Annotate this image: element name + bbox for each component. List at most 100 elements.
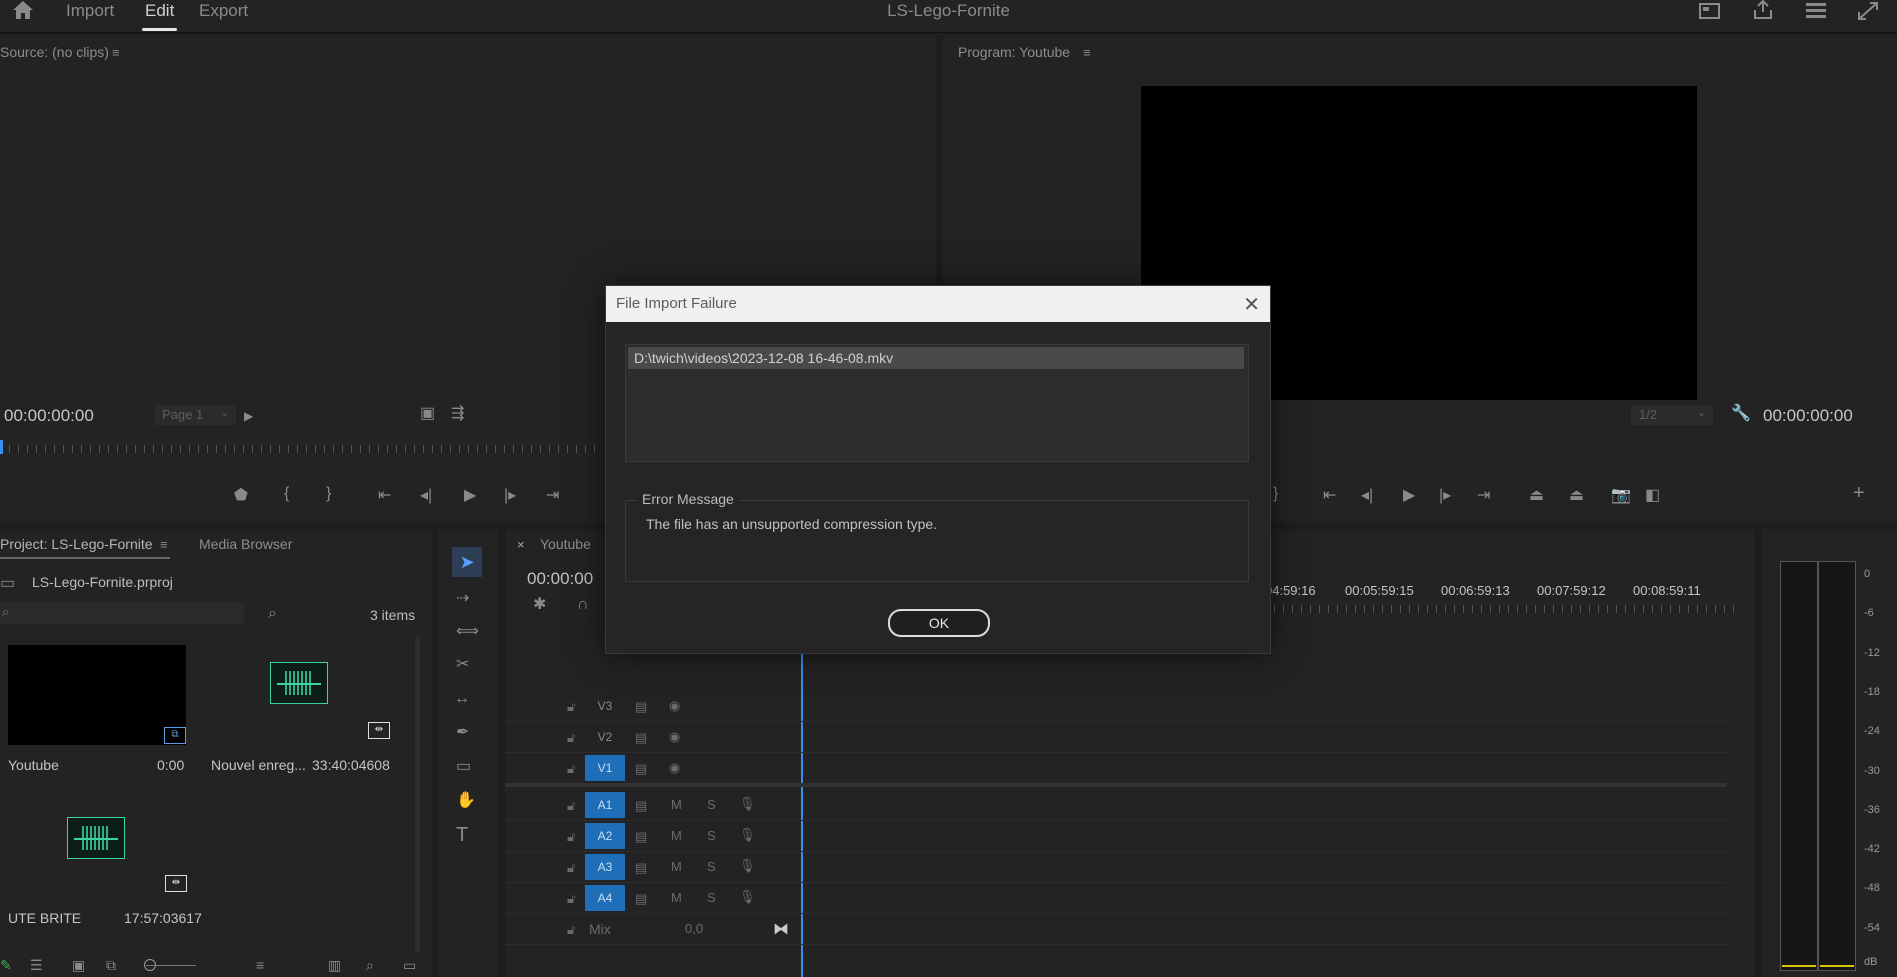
failed-files-list[interactable]: D:\twich\videos\2023-12-08 16-46-08.mkv: [625, 344, 1249, 462]
sync-lock-icon[interactable]: ▤: [635, 730, 647, 746]
ok-button[interactable]: OK: [888, 609, 990, 637]
panel-menu-icon[interactable]: ≡: [112, 45, 120, 61]
step-back-icon[interactable]: ◂|: [420, 485, 432, 505]
camera-icon[interactable]: 📷: [1611, 485, 1631, 505]
share-icon[interactable]: [1752, 0, 1774, 24]
snap-icon[interactable]: ✱: [533, 597, 546, 613]
automate-icon[interactable]: ▥: [328, 957, 341, 974]
timeline-tab[interactable]: Youtube: [540, 536, 591, 552]
sync-lock-icon[interactable]: ▤: [635, 891, 647, 907]
track-select-icon[interactable]: ⇢: [456, 591, 469, 607]
track-target[interactable]: V1: [585, 755, 625, 781]
eye-icon[interactable]: ◉: [669, 729, 680, 745]
quick-export-icon[interactable]: [1699, 2, 1721, 24]
selection-tool-icon[interactable]: ➤: [452, 547, 482, 577]
add-button-icon[interactable]: +: [1853, 482, 1865, 505]
solo-button[interactable]: S: [707, 859, 716, 874]
add-marker-icon[interactable]: ⬟: [234, 485, 248, 505]
track-target[interactable]: A4: [585, 885, 625, 911]
source-time-ruler[interactable]: [0, 445, 600, 453]
lock-icon[interactable]: 🔓︎: [567, 922, 575, 938]
ripple-edit-icon[interactable]: ⟺: [456, 624, 479, 640]
mute-button[interactable]: M: [671, 828, 682, 843]
sync-lock-icon[interactable]: ▤: [635, 761, 647, 777]
mute-button[interactable]: M: [671, 797, 682, 812]
mix-value[interactable]: 0,0: [685, 921, 703, 936]
timeline-timecode[interactable]: 00:00:00: [527, 569, 593, 589]
mark-out-icon[interactable]: }: [1273, 485, 1278, 503]
icon-view-icon[interactable]: ▣: [72, 957, 85, 974]
sync-lock-icon[interactable]: ▤: [635, 798, 647, 814]
step-forward-icon[interactable]: |▸: [1439, 485, 1451, 505]
mute-button[interactable]: M: [671, 859, 682, 874]
dialog-title-bar[interactable]: File Import Failure ✕: [606, 286, 1270, 322]
pen-icon[interactable]: ✒: [456, 725, 469, 741]
hand-icon[interactable]: ✋: [456, 793, 476, 809]
new-bin-icon[interactable]: ▭: [403, 957, 416, 974]
go-to-in-icon[interactable]: ⇤: [378, 485, 391, 505]
program-panel-title[interactable]: Program: Youtube: [958, 44, 1070, 60]
lock-icon[interactable]: 🔓︎: [567, 891, 575, 907]
pencil-icon[interactable]: ✎: [0, 957, 12, 974]
lock-icon[interactable]: 🔓︎: [567, 761, 575, 777]
play-forward-small-icon[interactable]: ▶: [244, 408, 253, 424]
project-search-input[interactable]: ⌕: [0, 602, 244, 624]
go-to-out-icon[interactable]: ⇥: [546, 485, 559, 505]
eye-icon[interactable]: ◉: [669, 698, 680, 714]
item-name[interactable]: Nouvel enreg...: [211, 757, 306, 773]
microphone-icon[interactable]: 🎙︎: [739, 889, 756, 905]
list-view-icon[interactable]: ☰: [30, 957, 43, 974]
track-target[interactable]: A2: [585, 823, 625, 849]
panel-menu-icon[interactable]: ≡: [1083, 45, 1091, 61]
sequence-thumbnail[interactable]: [8, 645, 186, 745]
lock-icon[interactable]: 🔓︎: [567, 829, 575, 845]
sort-icon[interactable]: ≡: [256, 957, 264, 973]
extract-icon[interactable]: ⏏: [1569, 485, 1584, 505]
slip-icon[interactable]: ↔: [454, 691, 470, 707]
step-back-icon[interactable]: ◂|: [1361, 485, 1373, 505]
track-target[interactable]: V2: [585, 724, 625, 750]
go-to-edge-icon[interactable]: ⧓: [773, 919, 789, 939]
compare-icon[interactable]: ◧: [1645, 485, 1660, 505]
program-timecode[interactable]: 00:00:00:00: [1763, 406, 1853, 426]
close-icon[interactable]: ✕: [1243, 292, 1260, 317]
lock-icon[interactable]: 🔓︎: [567, 730, 575, 746]
go-to-in-icon[interactable]: ⇤: [1323, 485, 1336, 505]
item-name[interactable]: Youtube: [8, 757, 59, 773]
solo-button[interactable]: S: [707, 890, 716, 905]
solo-button[interactable]: S: [707, 828, 716, 843]
sync-lock-icon[interactable]: ▤: [635, 699, 647, 715]
playhead-marker[interactable]: [0, 440, 3, 454]
track-target[interactable]: A3: [585, 854, 625, 880]
source-timecode[interactable]: 00:00:00:00: [4, 406, 94, 426]
track-target[interactable]: A1: [585, 792, 625, 818]
settings-square-icon[interactable]: ▣: [420, 406, 435, 422]
lock-icon[interactable]: 🔓︎: [567, 699, 575, 715]
type-tool-icon[interactable]: T: [456, 825, 468, 845]
workspace-menu-icon[interactable]: [1805, 1, 1827, 23]
eye-icon[interactable]: ◉: [669, 760, 680, 776]
wrench-icon[interactable]: 🔧: [1731, 406, 1751, 422]
insert-icon[interactable]: ⇶: [451, 406, 464, 422]
microphone-icon[interactable]: 🎙︎: [739, 827, 756, 843]
freeform-view-icon[interactable]: ⧉: [106, 957, 116, 974]
project-tab[interactable]: Project: LS-Lego-Fornite: [0, 536, 153, 552]
list-item[interactable]: D:\twich\videos\2023-12-08 16-46-08.mkv: [628, 347, 1244, 369]
play-icon[interactable]: ▶: [1403, 485, 1415, 505]
fullscreen-icon[interactable]: [1857, 1, 1879, 25]
audio-waveform-thumbnail[interactable]: [270, 662, 328, 704]
play-icon[interactable]: ▶: [464, 485, 476, 505]
media-browser-tab[interactable]: Media Browser: [199, 536, 292, 552]
sync-lock-icon[interactable]: ▤: [635, 860, 647, 876]
close-icon[interactable]: ×: [517, 537, 525, 552]
magnet-icon[interactable]: ∩: [577, 597, 589, 613]
sync-lock-icon[interactable]: ▤: [635, 829, 647, 845]
razor-icon[interactable]: ✂: [456, 657, 469, 673]
project-scrollbar[interactable]: [415, 637, 420, 957]
track-target[interactable]: V3: [585, 693, 625, 719]
step-forward-icon[interactable]: |▸: [504, 485, 516, 505]
panel-menu-icon[interactable]: ≡: [160, 537, 168, 553]
microphone-icon[interactable]: 🎙︎: [739, 796, 756, 812]
go-to-out-icon[interactable]: ⇥: [1477, 485, 1490, 505]
rectangle-icon[interactable]: ▭: [456, 759, 471, 775]
